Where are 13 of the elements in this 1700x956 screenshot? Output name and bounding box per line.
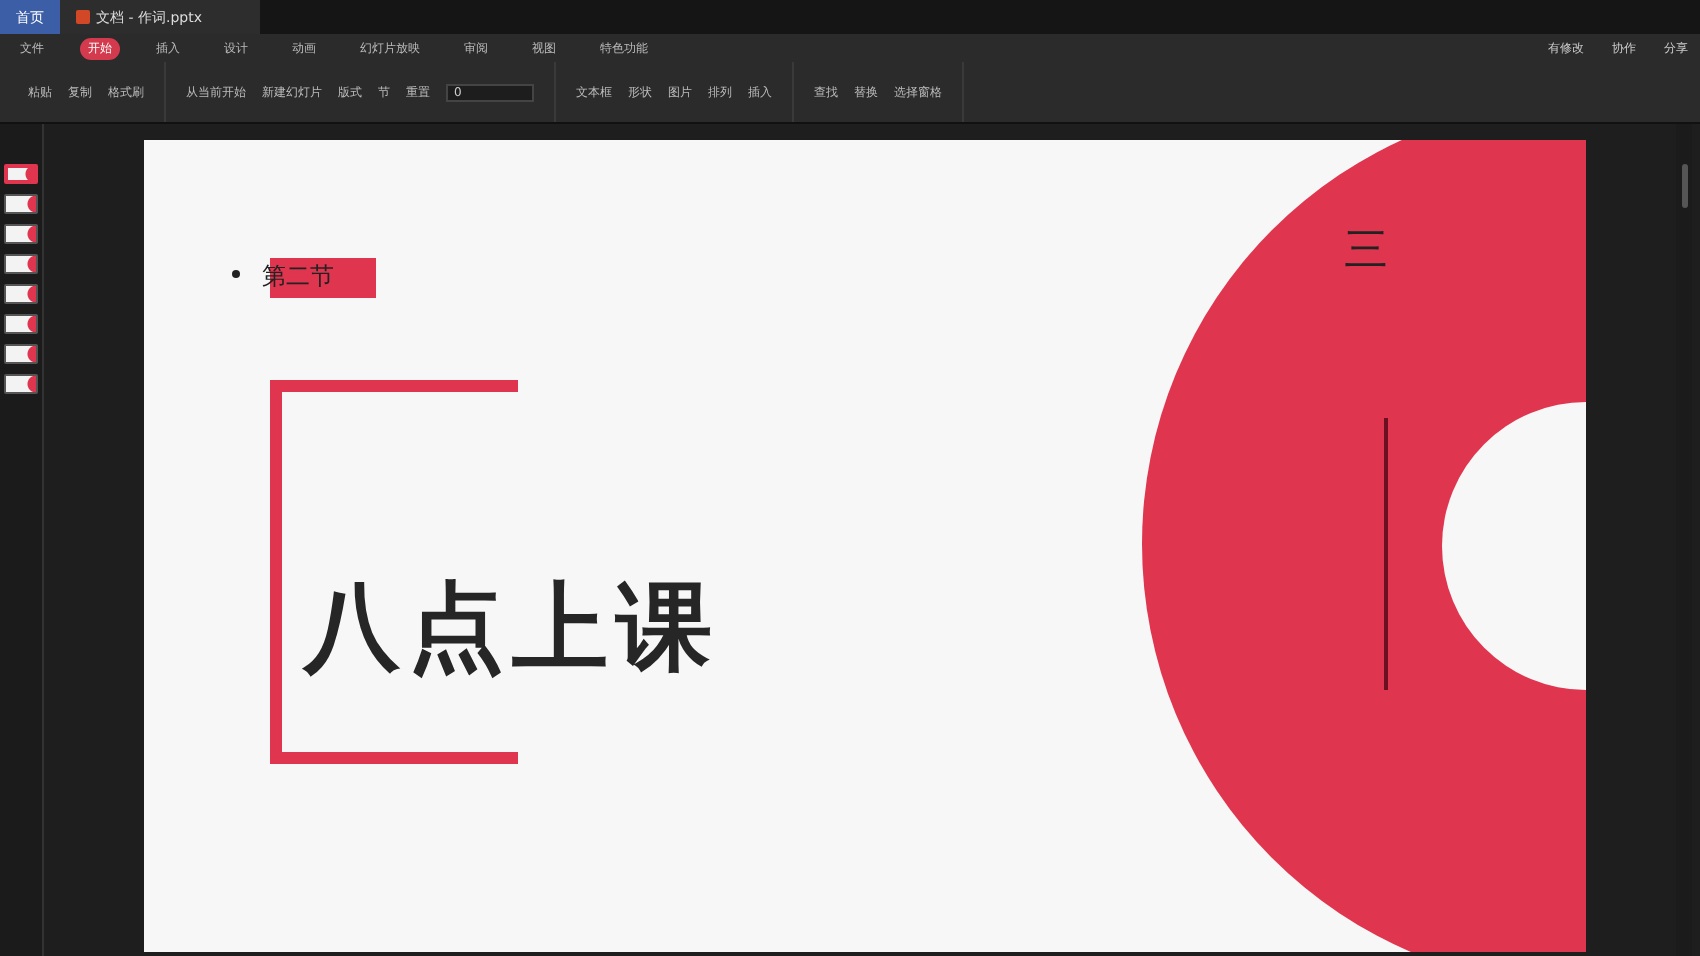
- bullet-icon: [232, 270, 240, 278]
- slide-thumbnail[interactable]: [4, 314, 38, 334]
- slide-thumbnail[interactable]: [4, 284, 38, 304]
- slide-thumbnail[interactable]: [4, 224, 38, 244]
- slide-title: 八点上课: [304, 570, 720, 688]
- slide-thumbnail[interactable]: [4, 164, 38, 184]
- section-number: 三: [1344, 224, 1388, 280]
- slide-thumbnail[interactable]: [4, 194, 38, 214]
- slide-thumbnail[interactable]: [4, 344, 38, 364]
- scrollbar-thumb[interactable]: [1681, 164, 1687, 208]
- presentation-file-icon: [76, 10, 90, 24]
- slide-thumbnail[interactable]: [4, 374, 38, 394]
- slide-thumbnail[interactable]: [4, 254, 38, 274]
